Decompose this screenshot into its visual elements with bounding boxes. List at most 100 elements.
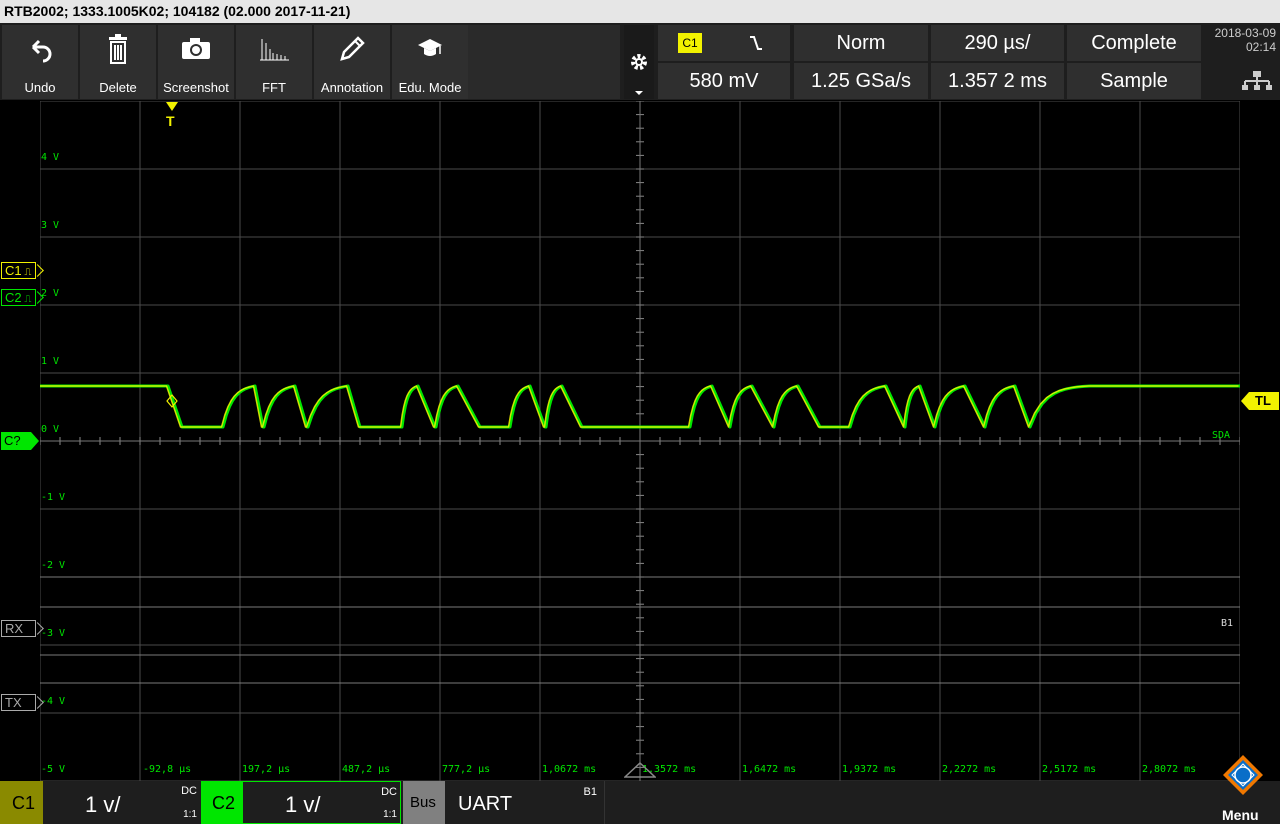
- rx-marker[interactable]: RX: [1, 620, 36, 637]
- sda-trace-label: SDA: [1212, 430, 1231, 441]
- ground-marker[interactable]: C?: [1, 432, 39, 450]
- rs-logo-icon: [1222, 754, 1264, 796]
- x-tick-label: 2,5172 ms: [1042, 764, 1097, 775]
- trigger-mode[interactable]: Norm: [794, 25, 928, 61]
- c2-coupling: DC: [381, 786, 397, 798]
- bus-label: Bus: [410, 794, 436, 811]
- c2-scale-value: 1 v/: [285, 792, 321, 817]
- menu-button[interactable]: Menu: [1204, 755, 1280, 824]
- time-per-div[interactable]: 290 µs/: [931, 25, 1064, 61]
- c2-scale-panel[interactable]: 1 v/ DC 1:1: [243, 781, 401, 824]
- trigger-arrow-icon: [166, 102, 178, 111]
- x-tick-label: 2,8072 ms: [1142, 764, 1197, 775]
- y-tick-label: -5 V: [41, 764, 66, 775]
- trash-icon: [80, 33, 156, 64]
- trigger-level-label: TL: [1255, 393, 1271, 408]
- x-tick-label: 1,9372 ms: [842, 764, 897, 775]
- trigger-position-marker[interactable]: T: [165, 101, 179, 131]
- sample-rate-value: 1.25 GSa/s: [810, 70, 912, 92]
- undo-button[interactable]: Undo: [2, 25, 78, 99]
- acquisition-mode-value: Sample: [1100, 70, 1168, 92]
- channel-bar: C1 1 v/ DC 1:1 C2 1 v/ DC 1:1 Bus UART B…: [0, 755, 1280, 824]
- c1-offset-marker[interactable]: C1 ⎍: [1, 262, 36, 279]
- delete-button[interactable]: Delete: [80, 25, 156, 99]
- y-tick-label: 0 V: [41, 424, 60, 435]
- time-text: 02:14: [1245, 40, 1276, 54]
- waveform-graticule: [40, 101, 1240, 781]
- trigger-source-badge: C1: [678, 33, 702, 53]
- acquisition-mode[interactable]: Sample: [1067, 63, 1201, 99]
- x-tick-label: 487,2 µs: [342, 764, 391, 775]
- y-tick-label: 1 V: [41, 356, 60, 367]
- digital-pulse-icon: ⎍: [21, 267, 32, 278]
- fft-button[interactable]: FFT: [236, 25, 312, 99]
- trigger-source-cell[interactable]: C1: [658, 25, 790, 61]
- trigger-level[interactable]: 580 mV: [658, 63, 790, 99]
- y-tick-label: 2 V: [41, 288, 60, 299]
- chevron-down-icon: [635, 91, 643, 95]
- horizontal-position-value: 1.357 2 ms: [948, 70, 1047, 92]
- x-tick-label: -92,8 µs: [143, 764, 192, 775]
- time-per-div-value: 290 µs/: [964, 32, 1031, 54]
- bottom-empty-area: [604, 781, 1202, 824]
- fft-spectrum-icon: [236, 33, 312, 63]
- y-tick-label: -1 V: [41, 492, 66, 503]
- horizontal-position-marker-icon[interactable]: [623, 761, 657, 778]
- edu-mode-button[interactable]: Edu. Mode: [392, 25, 468, 99]
- c2-channel-button[interactable]: C2: [201, 781, 243, 824]
- x-tick-label: 1,0672 ms: [542, 764, 597, 775]
- tx-marker-label: TX: [5, 695, 22, 710]
- trigger-level-value: 580 mV: [689, 70, 759, 92]
- x-tick-label: 197,2 µs: [242, 764, 291, 775]
- c2-channel-label: C2: [212, 793, 236, 813]
- c1-scale-panel[interactable]: 1 v/ DC 1:1: [43, 781, 200, 824]
- fft-label: FFT: [262, 80, 286, 95]
- gear-icon: [630, 53, 648, 71]
- trigger-level-marker[interactable]: TL: [1241, 392, 1279, 410]
- toolbar-empty-slot: [468, 25, 620, 99]
- bus-id: B1: [583, 786, 597, 798]
- camera-icon: [158, 33, 234, 63]
- c1-probe-ratio: 1:1: [183, 809, 197, 820]
- c2-offset-marker[interactable]: C2 ⎍: [1, 289, 36, 306]
- c2-marker-label: C2: [5, 290, 22, 305]
- trigger-mode-value: Norm: [836, 32, 886, 54]
- graduation-cap-icon: [392, 33, 468, 63]
- bus-protocol-value: UART: [458, 793, 513, 815]
- bus-trace-label: B1: [1221, 618, 1234, 629]
- bus-button[interactable]: Bus: [403, 781, 445, 824]
- ground-marker-label: C?: [4, 433, 21, 448]
- undo-label: Undo: [24, 80, 56, 95]
- c1-channel-label: C1: [12, 793, 36, 813]
- tx-marker[interactable]: TX: [1, 694, 36, 711]
- settings-button[interactable]: [624, 25, 654, 99]
- c1-scale-value: 1 v/: [85, 792, 121, 817]
- rx-marker-label: RX: [5, 621, 24, 636]
- annotation-label: Annotation: [320, 80, 384, 95]
- y-tick-label: 3 V: [41, 220, 60, 231]
- menu-label: Menu: [1222, 807, 1259, 823]
- instrument-title: RTB2002; 1333.1005K02; 104182 (02.000 20…: [0, 0, 1280, 23]
- pencil-icon: [314, 33, 390, 63]
- annotation-button[interactable]: Annotation: [314, 25, 390, 99]
- digital-pulse-icon: ⎍: [21, 294, 32, 305]
- undo-icon: [2, 33, 78, 63]
- screenshot-label: Screenshot: [163, 80, 229, 95]
- y-tick-label: -4 V: [41, 696, 66, 707]
- horizontal-position[interactable]: 1.357 2 ms: [931, 63, 1064, 99]
- screenshot-button[interactable]: Screenshot: [158, 25, 234, 99]
- acquisition-status-value: Complete: [1091, 32, 1177, 54]
- waveform-display[interactable]: [40, 101, 1240, 781]
- bus-protocol-panel[interactable]: UART B1: [445, 781, 602, 824]
- falling-edge-icon: [748, 34, 764, 58]
- c1-channel-button[interactable]: C1: [0, 781, 43, 824]
- y-tick-label: -3 V: [41, 628, 66, 639]
- delete-label: Delete: [99, 80, 137, 95]
- acquisition-status[interactable]: Complete: [1067, 25, 1201, 61]
- c1-coupling: DC: [181, 785, 197, 797]
- toolbar: Undo Delete Screenshot FFT Annotation Ed…: [0, 23, 1280, 100]
- y-tick-label: -2 V: [41, 560, 66, 571]
- sample-rate[interactable]: 1.25 GSa/s: [794, 63, 928, 99]
- y-tick-label: 4 V: [41, 152, 60, 163]
- c2-probe-ratio: 1:1: [383, 809, 397, 820]
